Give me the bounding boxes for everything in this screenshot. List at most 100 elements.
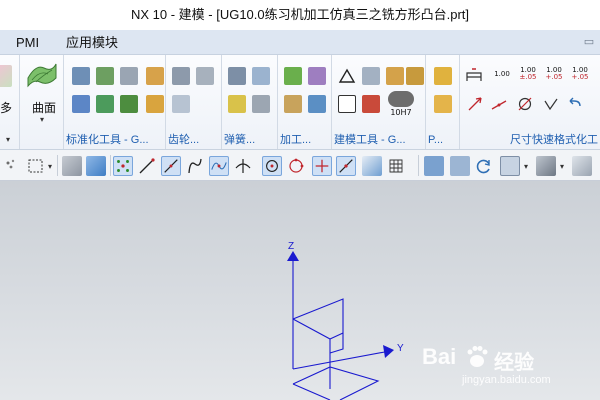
- arrow-tool-icon[interactable]: [96, 95, 114, 113]
- tolerance-4[interactable]: 1.00 +.05: [568, 67, 592, 81]
- pencil-icon[interactable]: [362, 95, 380, 113]
- chevron-down-icon[interactable]: ▾: [524, 162, 528, 171]
- undo-icon[interactable]: [566, 95, 584, 113]
- document-icon[interactable]: [338, 95, 356, 113]
- triangle-icon[interactable]: [338, 67, 356, 85]
- spring-icon[interactable]: [228, 95, 246, 113]
- grid-icon[interactable]: [406, 67, 424, 85]
- quadrant-icon[interactable]: [286, 156, 306, 176]
- render-style-icon[interactable]: [536, 156, 556, 176]
- curve-icon[interactable]: [185, 156, 205, 176]
- ribbon-group-gear: 齿轮...: [166, 55, 222, 149]
- tolerance-3[interactable]: 1.00 +.05: [542, 67, 566, 81]
- control-point-icon[interactable]: [209, 156, 229, 176]
- ribbon-group-label[interactable]: 齿轮...: [168, 133, 219, 147]
- model-edge: [292, 298, 344, 354]
- filter-icon[interactable]: [2, 156, 22, 176]
- ribbon-group-spring: 弹簧...: [222, 55, 278, 149]
- orient-view-icon[interactable]: [500, 156, 520, 176]
- layers-icon[interactable]: [96, 67, 114, 85]
- fit-gauge-icon[interactable]: [388, 91, 414, 107]
- toolbar-divider: [418, 155, 419, 176]
- matrix-icon[interactable]: [72, 67, 90, 85]
- pen-icon[interactable]: [146, 67, 164, 85]
- gear-icon[interactable]: [172, 67, 190, 85]
- surface-icon[interactable]: [26, 60, 58, 88]
- point-on-face-icon[interactable]: [362, 156, 382, 176]
- spring-icon[interactable]: [252, 95, 270, 113]
- ribbon-group-partial: 多 ▾: [0, 55, 20, 149]
- tolerance-deviation: +.05: [545, 73, 563, 81]
- zoom-icon[interactable]: [450, 156, 470, 176]
- grid-icon[interactable]: [386, 67, 404, 85]
- block-icon[interactable]: [434, 95, 452, 113]
- gear-part-icon[interactable]: [72, 95, 90, 113]
- z-axis-arrow: [287, 251, 299, 261]
- ribbon-group-label[interactable]: 尺寸快速格式化工: [510, 133, 598, 147]
- machining-icon[interactable]: [284, 95, 302, 113]
- ribbon-group-label[interactable]: 弹簧...: [224, 133, 275, 147]
- tolerance-value: 1.00: [494, 70, 510, 78]
- chevron-down-icon[interactable]: ▾: [48, 162, 52, 171]
- machining-icon[interactable]: [308, 95, 326, 113]
- cube-icon[interactable]: [86, 156, 106, 176]
- y-axis-line: [292, 350, 391, 370]
- chevron-down-icon[interactable]: ▾: [6, 135, 10, 144]
- ribbon: 多 ▾ 曲面 ▾ 标准化工具 - G... 齿轮... 弹簧... 加工... …: [0, 55, 600, 150]
- model-edge: [329, 332, 344, 340]
- graphics-viewport[interactable]: Z Y Bai 经验 jingyan.baidu.com: [0, 181, 600, 400]
- spring-icon[interactable]: [228, 67, 246, 85]
- ribbon-group-standard-tools: 标准化工具 - G...: [64, 55, 166, 149]
- ribbon-group-label[interactable]: 建模工具 - G...: [334, 133, 423, 147]
- ribbon-group-dimension-format: 1.00 1.00 ±.05 1.00 +.05 1.00 +.05 尺寸快速格式化工: [460, 55, 600, 149]
- line-end-icon[interactable]: [137, 156, 157, 176]
- rotate-icon[interactable]: [474, 156, 494, 176]
- solid-body-icon[interactable]: [62, 156, 82, 176]
- ribbon-group-modeling-tools: 10H7 建模工具 - G...: [332, 55, 426, 149]
- tolerance-1[interactable]: 1.00: [490, 71, 514, 78]
- angle-dimension-icon[interactable]: [490, 95, 508, 113]
- chevron-down-icon[interactable]: ▾: [40, 115, 44, 124]
- menu-item-pmi[interactable]: PMI: [12, 30, 43, 55]
- tolerance-2[interactable]: 1.00 ±.05: [516, 67, 540, 81]
- box-select-icon[interactable]: [26, 156, 46, 176]
- ribbon-group-label[interactable]: 标准化工具 - G...: [66, 133, 163, 147]
- check-icon[interactable]: [284, 67, 302, 85]
- table-icon[interactable]: [362, 67, 380, 85]
- chevron-down-icon[interactable]: ▾: [560, 162, 564, 171]
- ribbon-group-machining: 加工...: [278, 55, 332, 149]
- surface-finish-icon[interactable]: [542, 95, 560, 113]
- dimension-icon[interactable]: [464, 65, 484, 85]
- stack-icon[interactable]: [120, 67, 138, 85]
- y-axis-arrow: [383, 345, 394, 358]
- machining-icon[interactable]: [308, 67, 326, 85]
- midpoint-icon[interactable]: [161, 156, 181, 176]
- coin-icon[interactable]: [146, 95, 164, 113]
- ribbon-group-label[interactable]: P...: [428, 133, 457, 147]
- gear-icon[interactable]: [196, 67, 214, 85]
- ribbon-group-p: P...: [426, 55, 460, 149]
- block-icon[interactable]: [434, 67, 452, 85]
- gear-icon[interactable]: [172, 95, 190, 113]
- grid-snap-icon[interactable]: [386, 156, 406, 176]
- tolerance-deviation: +.05: [571, 73, 589, 81]
- menu-item-applications[interactable]: 应用模块: [62, 30, 122, 55]
- arrow-dimension-icon[interactable]: [466, 95, 484, 113]
- snap-points-icon[interactable]: [113, 156, 133, 176]
- existing-point-icon[interactable]: [312, 156, 332, 176]
- tree-icon[interactable]: [120, 95, 138, 113]
- selection-toolbar: ▾ ▾ ▾: [0, 150, 600, 181]
- ribbon-group-label[interactable]: 加工...: [280, 133, 329, 147]
- ribbon-options-icon[interactable]: ▭: [582, 34, 596, 50]
- tolerance-deviation: ±.05: [519, 73, 537, 81]
- menu-bar: PMI 应用模块 ▭: [0, 30, 600, 55]
- toolbar-divider: [110, 155, 111, 176]
- arc-center-icon[interactable]: [262, 156, 282, 176]
- diameter-icon[interactable]: [516, 95, 534, 113]
- view-fit-icon[interactable]: [424, 156, 444, 176]
- feature-icon[interactable]: [0, 65, 12, 87]
- intersection-icon[interactable]: [233, 156, 253, 176]
- point-on-curve-icon[interactable]: [336, 156, 356, 176]
- spring-icon[interactable]: [252, 67, 270, 85]
- background-icon[interactable]: [572, 156, 592, 176]
